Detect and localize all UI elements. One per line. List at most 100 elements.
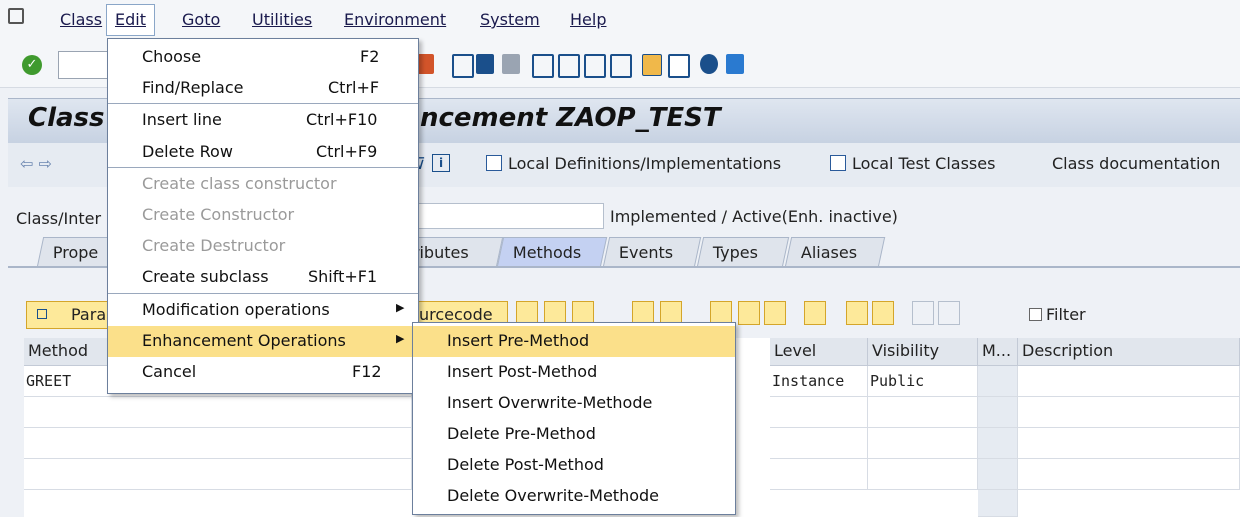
menu-item-delete-row[interactable]: Delete Row Ctrl+F9 [108, 137, 418, 168]
menu-item-create-constructor[interactable]: Create Constructor [108, 200, 418, 231]
sort-icon[interactable] [804, 301, 826, 325]
menu-environment[interactable]: Environment [344, 10, 446, 32]
menu-item-label: Modification operations [142, 300, 330, 319]
parameters-icon [37, 309, 47, 319]
menu-edit[interactable]: Edit [106, 4, 155, 36]
menu-item-modification-operations[interactable]: Modification operations ▶ [108, 295, 418, 326]
class-interface-field[interactable] [416, 203, 604, 229]
cell-empty[interactable] [868, 428, 978, 459]
local-definitions-button[interactable]: Local Definitions/Implementations [486, 154, 781, 173]
cell-empty[interactable] [1018, 459, 1240, 490]
info-icon[interactable]: i [432, 154, 450, 172]
document-icon [830, 155, 846, 171]
paste-icon[interactable] [764, 301, 786, 325]
cell-empty[interactable] [770, 459, 868, 490]
edit-menu: Choose F2 Find/Replace Ctrl+F Insert line C… [107, 38, 419, 394]
class-documentation-button[interactable]: Class documentation [1052, 154, 1220, 173]
tab-label: Aliases [800, 243, 858, 262]
first-page-icon[interactable] [532, 54, 554, 78]
cell-empty[interactable] [868, 459, 978, 490]
local-test-classes-button[interactable]: Local Test Classes [830, 154, 995, 173]
print-icon[interactable] [452, 54, 474, 78]
page-title-right: ncement ZAOP_TEST [420, 103, 721, 133]
menu-item-accelerator: F12 [352, 362, 382, 381]
help-icon[interactable] [700, 54, 718, 74]
cell-empty[interactable] [868, 397, 978, 428]
menu-item-accelerator: Ctrl+F [328, 78, 380, 97]
create-session-icon[interactable] [642, 54, 662, 76]
find-icon[interactable] [476, 54, 494, 74]
menu-item-cancel[interactable]: Cancel F12 [108, 357, 418, 388]
menu-item-find-replace[interactable]: Find/Replace Ctrl+F [108, 73, 418, 104]
find-next-icon[interactable] [872, 301, 894, 325]
menu-goto[interactable]: Goto [182, 10, 220, 32]
cell-empty[interactable] [24, 459, 412, 490]
enhancement-operations-submenu: Insert Pre-Method Insert Post-Method Ins… [412, 322, 736, 515]
cell-empty[interactable] [770, 428, 868, 459]
menu-item-delete-overwrite-method[interactable]: Delete Overwrite-Methode [413, 481, 735, 512]
status-text: Implemented / Active(Enh. inactive) [610, 207, 898, 226]
last-page-icon[interactable] [610, 54, 632, 78]
tab-types[interactable]: Types [696, 237, 790, 267]
menu-item-label: Delete Overwrite-Methode [447, 486, 659, 505]
menu-item-create-subclass[interactable]: Create subclass Shift+F1 [108, 262, 418, 293]
tab-aliases[interactable]: Aliases [784, 237, 886, 267]
copy-icon[interactable] [738, 301, 760, 325]
local-definitions-label: Local Definitions/Implementations [508, 154, 782, 173]
cell-method-type[interactable] [978, 366, 1018, 397]
cell-empty[interactable] [978, 459, 1018, 490]
menu-item-choose[interactable]: Choose F2 [108, 42, 418, 73]
cell-description[interactable] [1018, 366, 1240, 397]
menu-item-insert-line[interactable]: Insert line Ctrl+F10 [108, 105, 418, 136]
menu-utilities[interactable]: Utilities [252, 10, 312, 32]
cell-empty[interactable] [1018, 397, 1240, 428]
cell-empty[interactable] [978, 428, 1018, 459]
undo-icon[interactable] [912, 301, 934, 325]
find-next-icon[interactable] [502, 54, 520, 74]
find-icon[interactable] [846, 301, 868, 325]
menu-help[interactable]: Help [570, 10, 606, 32]
menu-item-label: Delete Pre-Method [447, 424, 596, 443]
command-field[interactable] [58, 51, 110, 79]
cell-empty[interactable] [1018, 428, 1240, 459]
menu-class[interactable]: Class [60, 10, 102, 32]
column-header-visibility[interactable]: Visibility [868, 338, 978, 366]
filter-checkbox[interactable] [1029, 308, 1042, 321]
column-header-method-type[interactable]: M... [978, 338, 1018, 366]
cell-empty[interactable] [770, 397, 868, 428]
menu-item-label: Delete Post-Method [447, 455, 604, 474]
system-menu-icon[interactable] [8, 8, 24, 24]
menu-item-label: Insert Overwrite-Methode [447, 393, 653, 412]
menu-item-create-class-constructor[interactable]: Create class constructor [108, 169, 418, 200]
menu-item-delete-pre-method[interactable]: Delete Pre-Method [413, 419, 735, 450]
menu-item-insert-overwrite-method[interactable]: Insert Overwrite-Methode [413, 388, 735, 419]
tab-label: Types [712, 243, 758, 262]
tab-events[interactable]: Events [602, 237, 702, 267]
cell-empty[interactable] [978, 490, 1018, 517]
menu-item-label: Create subclass [142, 267, 269, 286]
cell-visibility[interactable]: Public [868, 366, 978, 397]
menu-item-label: Insert line [142, 110, 222, 129]
back-arrow-icon[interactable]: ⇦ ⇨ [20, 154, 52, 173]
cell-empty[interactable] [978, 397, 1018, 428]
customize-layout-icon[interactable] [726, 54, 744, 74]
menu-item-create-destructor[interactable]: Create Destructor [108, 231, 418, 262]
ok-check-icon[interactable]: ✓ [22, 55, 42, 75]
column-header-description[interactable]: Description [1018, 338, 1240, 366]
menu-item-insert-pre-method[interactable]: Insert Pre-Method [413, 326, 735, 357]
cell-level[interactable]: Instance [770, 366, 868, 397]
redo-icon[interactable] [938, 301, 960, 325]
next-page-icon[interactable] [584, 54, 606, 78]
cell-empty[interactable] [24, 428, 412, 459]
menu-item-enhancement-operations[interactable]: Enhancement Operations ▶ [108, 326, 418, 357]
cell-empty[interactable] [24, 397, 412, 428]
menu-system[interactable]: System [480, 10, 540, 32]
menu-item-insert-post-method[interactable]: Insert Post-Method [413, 357, 735, 388]
menu-separator [108, 103, 418, 104]
parameters-button[interactable]: Para [26, 301, 116, 329]
shortcut-icon[interactable] [668, 54, 690, 78]
column-header-level[interactable]: Level [770, 338, 868, 366]
menu-item-delete-post-method[interactable]: Delete Post-Method [413, 450, 735, 481]
previous-page-icon[interactable] [558, 54, 580, 78]
tab-methods[interactable]: Methods [496, 237, 608, 267]
